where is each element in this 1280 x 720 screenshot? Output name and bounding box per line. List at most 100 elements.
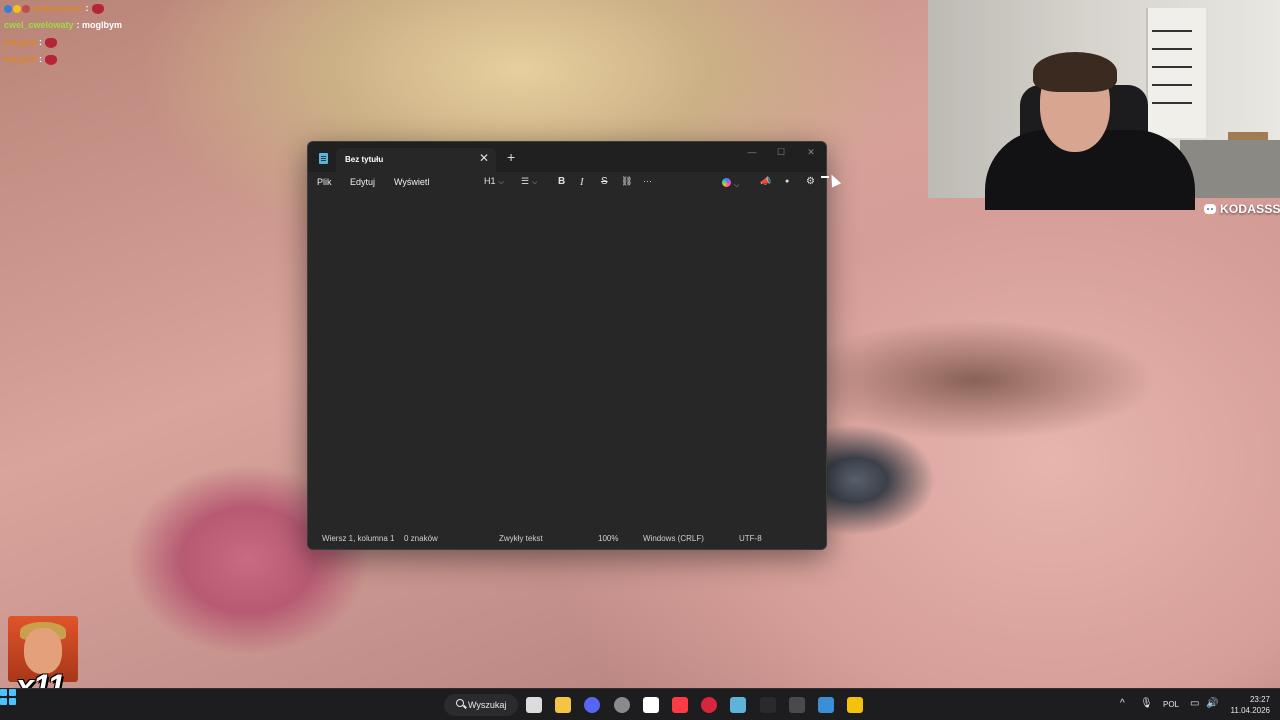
chat-username: maksymser	[33, 3, 83, 13]
megaphone-icon[interactable]: 📣	[760, 176, 771, 187]
photos-icon[interactable]	[818, 697, 834, 713]
list-dropdown[interactable]: ☰ ⌵	[521, 176, 537, 187]
line-endings[interactable]: Windows (CRLF)	[643, 534, 704, 543]
volume-icon[interactable]: 🔊	[1206, 698, 1218, 709]
italic-button[interactable]: I	[580, 176, 584, 188]
menu-view[interactable]: Wyświetl	[394, 177, 429, 187]
maximize-button[interactable]: ☐	[773, 145, 789, 159]
copilot-icon	[722, 178, 731, 187]
windows-logo-tile	[9, 698, 16, 705]
chat-text: :	[39, 37, 43, 47]
list-icon: ☰	[521, 176, 530, 186]
copilot-button[interactable]: ⌵	[722, 178, 739, 190]
chat-overlay: maksymser : cwel_cwelowaty : moglbym kar…	[4, 0, 122, 68]
chat-message: cwel_cwelowaty : moglbym	[4, 17, 122, 34]
account-icon[interactable]: ●	[785, 178, 789, 185]
close-tab-icon[interactable]: ✕	[479, 152, 489, 164]
tab-untitled[interactable]: Bez tytułu ✕	[336, 148, 496, 172]
emote-icon	[45, 54, 58, 65]
notepad-window[interactable]: Bez tytułu ✕ + — ☐ ✕ Plik Edytuj Wyświet…	[307, 141, 827, 550]
link-icon[interactable]: ⛓	[621, 176, 632, 187]
discord-icon[interactable]	[584, 697, 600, 713]
epic-games-icon[interactable]	[760, 697, 776, 713]
door-stripe	[1152, 66, 1192, 68]
chat-message: karppik :	[4, 51, 122, 68]
close-window-button[interactable]: ✕	[803, 145, 819, 159]
system-clock[interactable]: 23:27 11.04.2026	[1226, 694, 1270, 716]
chat-username: karppik	[4, 37, 37, 47]
chat-message: maksymser :	[4, 0, 122, 17]
character-count: 0 znaków	[404, 534, 438, 543]
display-icon[interactable]: ▭	[1190, 698, 1199, 709]
clock-date: 11.04.2026	[1230, 706, 1270, 715]
webcam-shelf	[1228, 132, 1268, 140]
chat-message: karppik :	[4, 34, 122, 51]
windows-logo-tile	[0, 698, 7, 705]
clock-time: 23:27	[1249, 695, 1270, 704]
new-tab-button[interactable]: +	[507, 150, 515, 164]
logitech-icon[interactable]	[643, 697, 659, 713]
chat-text: : moglbym	[76, 20, 123, 30]
chat-text: :	[39, 54, 43, 64]
windows-logo-tile	[0, 689, 7, 696]
taskbar-search[interactable]: Wyszukaj	[444, 694, 518, 716]
mouse-cursor-icon	[826, 172, 842, 188]
more-options-icon[interactable]: ···	[643, 176, 652, 186]
webcam-door	[1146, 8, 1206, 138]
badge-icon	[22, 4, 30, 13]
tab-title: Bez tytułu	[345, 155, 384, 164]
text-format[interactable]: Zwykły tekst	[499, 534, 543, 543]
zoom-level[interactable]: 100%	[598, 534, 618, 543]
badge-icon	[13, 4, 21, 13]
door-stripe	[1152, 48, 1192, 50]
opera-icon[interactable]	[701, 697, 717, 713]
emote-icon	[45, 37, 58, 48]
cursor-position: Wiersz 1, kolumna 1	[322, 534, 395, 543]
discord-handle: KODASSS	[1220, 202, 1280, 216]
door-stripe	[1152, 102, 1192, 104]
chevron-down-icon: ⌵	[734, 182, 740, 189]
tray-overflow-icon[interactable]: ^	[1120, 698, 1125, 709]
microphone-icon[interactable]: 🎙	[1140, 698, 1153, 709]
webcam-floor	[1180, 140, 1280, 198]
notepad-icon	[319, 153, 328, 164]
strikethrough-button[interactable]: S	[601, 176, 608, 187]
chat-username: cwel_cwelowaty	[4, 20, 74, 30]
menu-edit[interactable]: Edytuj	[350, 177, 375, 187]
notepad-icon[interactable]	[730, 697, 746, 713]
badge-icon	[4, 4, 12, 13]
search-label: Wyszukaj	[468, 700, 507, 710]
terminal-icon[interactable]	[789, 697, 805, 713]
bold-button[interactable]: B	[558, 176, 565, 187]
chrome-icon[interactable]	[614, 697, 630, 713]
door-stripe	[1152, 84, 1192, 86]
emote-icon	[91, 3, 104, 14]
heading-dropdown[interactable]: H1 ⌵	[484, 176, 504, 187]
chat-text: :	[85, 3, 89, 13]
chat-username: karppik	[4, 54, 37, 64]
heading-label: H1	[484, 176, 496, 186]
minimize-button[interactable]: —	[744, 145, 760, 159]
title-bar[interactable]: Bez tytułu ✕ + — ☐ ✕	[308, 142, 826, 172]
door-stripe	[1152, 30, 1192, 32]
text-editor[interactable]	[308, 194, 826, 527]
windows-logo-tile	[9, 689, 16, 696]
taskbar: Wyszukaj ^ 🎙 POL ▭ 🔊 23:27 11.04.2026	[0, 688, 1280, 720]
search-icon	[456, 699, 464, 707]
streamer-hair	[1033, 52, 1117, 92]
discord-icon	[1204, 204, 1216, 214]
settings-icon[interactable]: ⚙	[806, 176, 815, 187]
task-view-icon[interactable]	[526, 697, 542, 713]
language-indicator[interactable]: POL	[1163, 700, 1179, 709]
apple-music-icon[interactable]	[672, 697, 688, 713]
start-button[interactable]	[0, 689, 16, 705]
status-bar: Wiersz 1, kolumna 1 0 znaków Zwykły teks…	[308, 527, 826, 549]
discord-tag: KODASSS	[1204, 202, 1280, 216]
encoding[interactable]: UTF-8	[739, 534, 762, 543]
chevron-down-icon: ⌵	[498, 179, 504, 186]
chevron-down-icon: ⌵	[532, 179, 538, 186]
file-explorer-icon[interactable]	[555, 697, 571, 713]
menu-bar: Plik Edytuj Wyświetl H1 ⌵ ☰ ⌵ B I S ⛓ ··· …	[308, 172, 826, 194]
rockstar-icon[interactable]	[847, 697, 863, 713]
menu-file[interactable]: Plik	[317, 177, 332, 187]
